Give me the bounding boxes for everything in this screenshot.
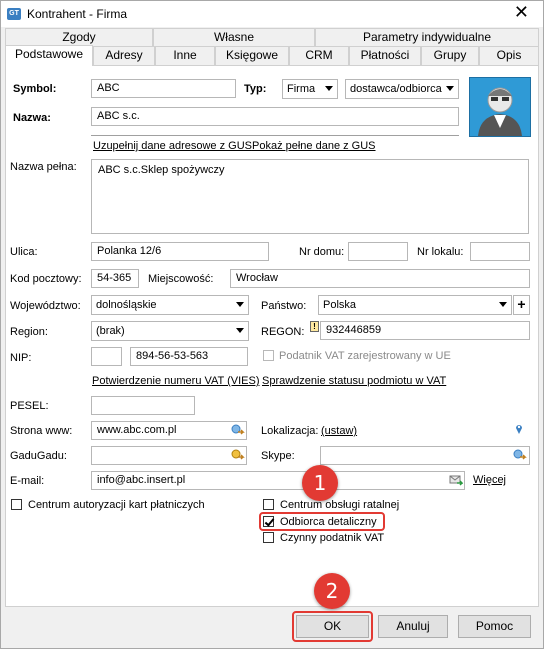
skype-label: Skype: [261,450,295,462]
tab-platnosci[interactable]: Płatności [349,46,421,65]
nazwa-pelna-textarea[interactable]: ABC s.c.Sklep spożywczy [91,159,529,234]
panstwo-label: Państwo: [261,300,307,312]
help-button[interactable]: Pomoc [458,615,531,638]
chevron-down-icon [499,302,507,307]
dialog-window: GT Kontrahent - Firma ✕ Zgody Własne Par… [0,0,544,649]
typ-value: Firma [287,83,316,95]
woj-value: dolnośląskie [96,299,157,311]
nr-lokalu-label: Nr lokalu: [417,246,464,258]
vat-ue-label: Podatnik VAT zarejestrowany w UE [279,350,451,362]
woj-label: Województwo: [10,300,81,312]
miejscowosc-label: Miejscowość: [148,273,214,285]
gadu-icon[interactable] [231,449,245,461]
panstwo-select[interactable]: Polska [318,295,512,315]
tab-opis[interactable]: Opis [479,46,539,65]
pesel-label: PESEL: [10,400,49,412]
nazwa-pelna-label: Nazwa pełna: [10,161,77,173]
vies-link[interactable]: Potwierdzenie numeru VAT (VIES) [92,375,260,387]
gus-full-link[interactable]: Pokaż pełne dane z GUS [252,140,376,152]
window-title: Kontrahent - Firma [27,7,128,21]
ulica-label: Ulica: [10,246,38,258]
tab-parametry[interactable]: Parametry indywidualne [315,28,539,47]
miejscowosc-input[interactable]: Wrocław [230,269,530,288]
step-marker-1: 1 [302,465,338,501]
tab-inne[interactable]: Inne [155,46,215,65]
map-pin-icon[interactable] [512,423,526,435]
centrum-ratalne-checkbox[interactable] [263,499,274,510]
chevron-down-icon [236,302,244,307]
regon-label: REGON: [261,326,305,338]
add-country-button[interactable]: + [513,295,530,315]
tab-crm[interactable]: CRM [289,46,349,65]
nip-label: NIP: [10,352,32,364]
lokalizacja-link[interactable]: (ustaw) [321,425,357,437]
tab-grupy[interactable]: Grupy [421,46,479,65]
step-marker-2: 2 [314,573,350,609]
region-value: (brak) [96,325,125,337]
wiecej-link[interactable]: Więcej [473,474,506,486]
nr-lokalu-input[interactable] [470,242,530,261]
chevron-down-icon [446,86,454,91]
odbiorca-highlight [259,512,385,531]
centrum-ratalne-label: Centrum obsługi ratalnej [280,499,400,511]
ok-highlight [292,611,373,642]
region-label: Region: [10,326,48,338]
skype-icon[interactable] [513,449,527,461]
region-select[interactable]: (brak) [91,321,249,341]
kod-input[interactable]: 54-365 [91,269,139,288]
warning-icon: ! [310,321,319,332]
centrum-kart-checkbox[interactable] [11,499,22,510]
gus-link[interactable]: Uzupełnij dane adresowe z GUS [93,140,252,152]
pesel-input[interactable] [91,396,195,415]
chevron-down-icon [236,328,244,333]
typ2-value: dostawca/odbiorca [350,83,442,95]
nr-domu-label: Nr domu: [299,246,345,258]
nip-prefix-input[interactable] [91,347,122,366]
app-icon: GT [7,8,21,20]
czynny-vat-checkbox[interactable] [263,532,274,543]
email-label: E-mail: [10,475,45,487]
gadu-input[interactable] [91,446,247,465]
symbol-input[interactable]: ABC [91,79,236,98]
person-icon [478,87,522,136]
tab-wlasne[interactable]: Własne [153,28,315,47]
nr-domu-input[interactable] [348,242,408,261]
nip-input[interactable]: 894-56-53-563 [130,347,248,366]
nazwa-label: Nazwa: [13,112,51,124]
centrum-kart-label: Centrum autoryzacji kart płatniczych [28,499,205,511]
nazwa-input[interactable]: ABC s.c. [91,107,459,126]
skype-input[interactable] [320,446,530,465]
chevron-down-icon [325,86,333,91]
czynny-vat-label: Czynny podatnik VAT [280,532,385,544]
email-send-icon[interactable] [449,474,463,486]
vat-ue-checkbox[interactable] [263,350,274,361]
globe-arrow-icon[interactable] [231,424,245,436]
typ2-select[interactable]: dostawca/odbiorca [345,79,459,99]
tab-podstawowe[interactable]: Podstawowe [5,45,93,66]
gadu-label: GaduGadu: [10,450,67,462]
title-bar: GT Kontrahent - Firma ✕ [1,1,543,27]
cancel-button[interactable]: Anuluj [378,615,448,638]
symbol-label: Symbol: [13,83,57,95]
email-input[interactable]: info@abc.insert.pl [91,471,465,490]
woj-select[interactable]: dolnośląskie [91,295,249,315]
tab-ksiegowe[interactable]: Księgowe [215,46,289,65]
www-input[interactable]: www.abc.com.pl [91,421,247,440]
kod-label: Kod pocztowy: [10,273,82,285]
ulica-input[interactable]: Polanka 12/6 [91,242,269,261]
avatar[interactable] [469,77,531,137]
close-icon[interactable]: ✕ [514,3,529,21]
vat-status-link[interactable]: Sprawdzenie statusu podmiotu w VAT [262,375,446,387]
lokalizacja-label: Lokalizacja: [261,425,319,437]
typ-label: Typ: [244,83,267,95]
typ-select[interactable]: Firma [282,79,338,99]
divider [91,135,459,136]
regon-input[interactable]: 932446859 [320,321,530,340]
panstwo-value: Polska [323,299,357,311]
tab-adresy[interactable]: Adresy [93,46,155,65]
www-label: Strona www: [10,425,73,437]
